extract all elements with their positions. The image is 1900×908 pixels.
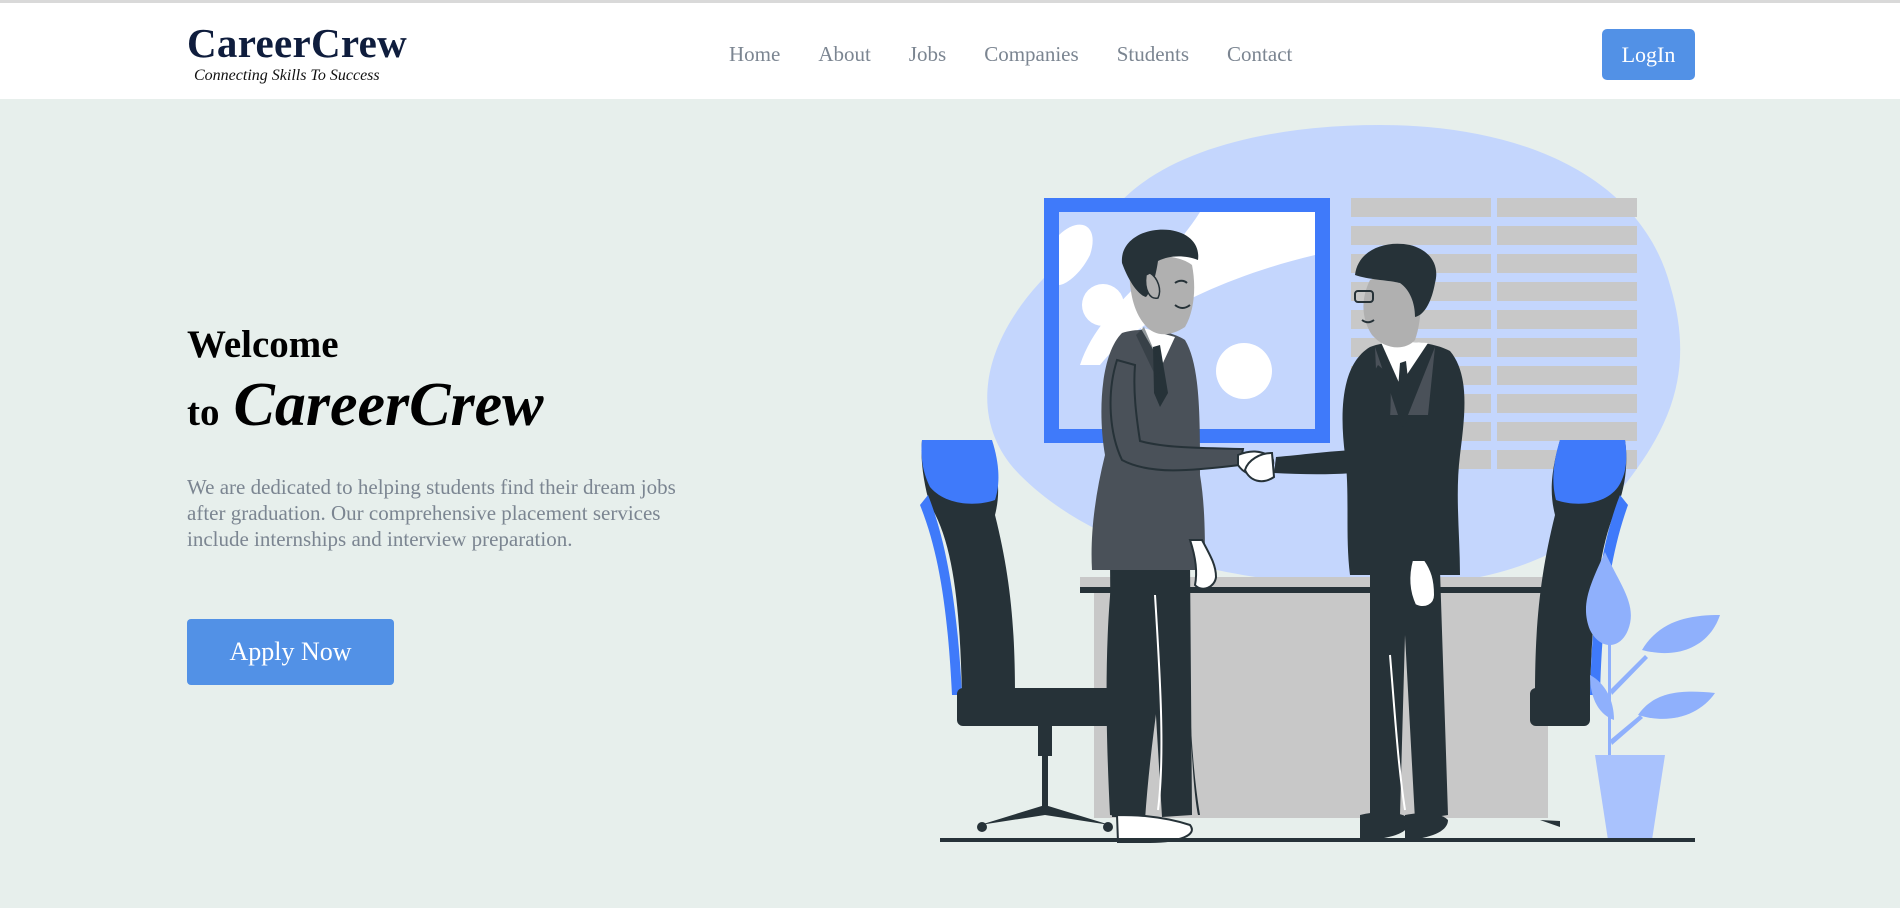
hero-welcome-heading: Welcome (187, 323, 339, 366)
nav-about-link[interactable]: About (818, 40, 871, 68)
main-nav: Home About Jobs Companies Students Conta… (729, 40, 1292, 68)
hero-brand-title: CareerCrew (233, 371, 544, 439)
nav-companies-link[interactable]: Companies (984, 40, 1079, 68)
nav-jobs-link[interactable]: Jobs (909, 40, 946, 68)
nav-contact-link[interactable]: Contact (1227, 40, 1292, 68)
brand-name: CareerCrew (187, 20, 408, 66)
nav-home-link[interactable]: Home (729, 40, 780, 68)
hero-description: We are dedicated to helping students fin… (187, 475, 676, 551)
apply-now-button[interactable]: Apply Now (187, 619, 394, 685)
navbar: CareerCrew Connecting Skills To Success … (0, 3, 1900, 99)
floor-line (940, 838, 1695, 842)
business-handshake-illustration (920, 125, 1720, 843)
brand-tagline: Connecting Skills To Success (194, 67, 380, 84)
potted-plant (1585, 552, 1720, 840)
nav-students-link[interactable]: Students (1117, 40, 1189, 68)
hero-to-word: to (187, 391, 220, 434)
brand-logo[interactable]: CareerCrew Connecting Skills To Success (187, 20, 407, 86)
login-button[interactable]: LogIn (1602, 29, 1695, 80)
hero-section: Welcome to CareerCrew We are dedicated t… (187, 320, 747, 552)
hero-title-line: to CareerCrew (187, 372, 747, 438)
